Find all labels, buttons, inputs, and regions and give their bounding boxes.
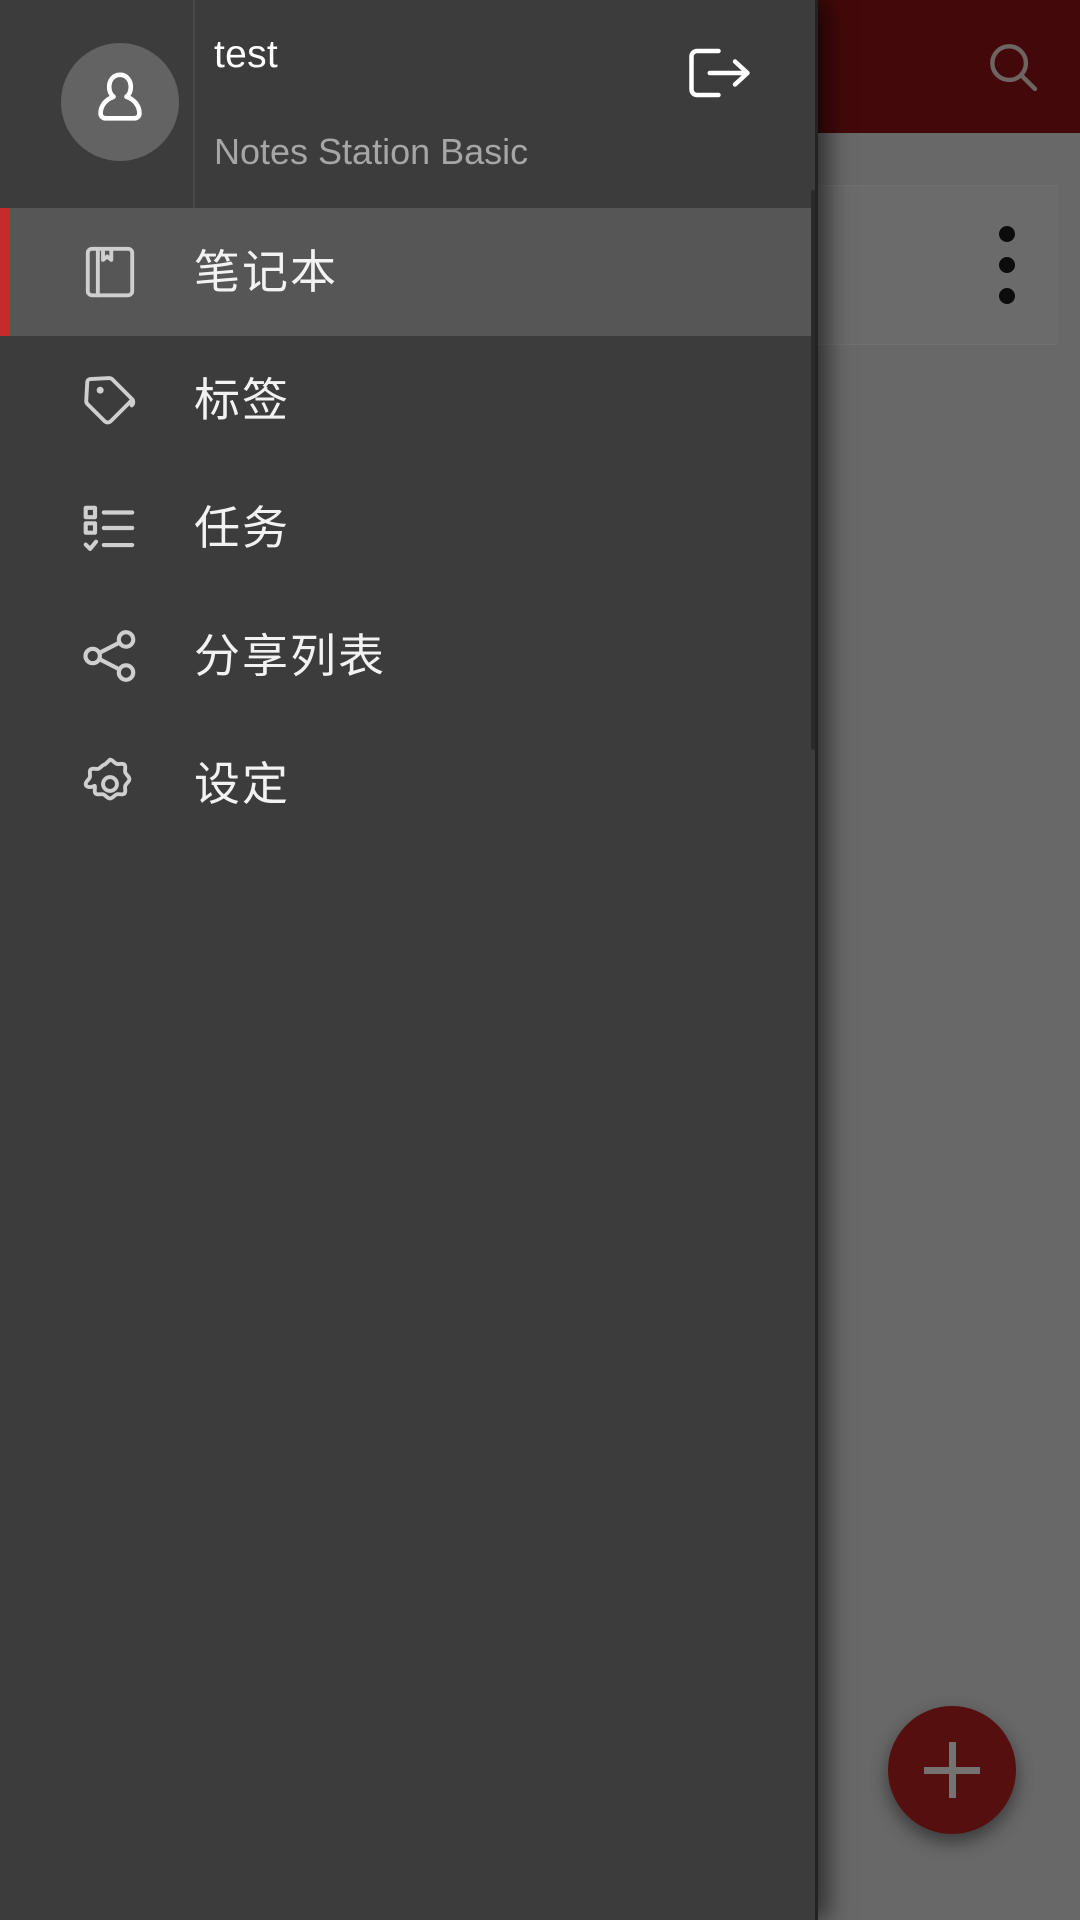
- drawer-header: test Notes Station Basic: [0, 0, 818, 208]
- active-accent-bar: [0, 208, 10, 336]
- sidebar-item-tasks[interactable]: 任务: [0, 464, 818, 592]
- avatar[interactable]: [61, 43, 179, 161]
- user-plan: Notes Station Basic: [214, 131, 529, 172]
- navigation-drawer: test Notes Station Basic 笔记本 标签 任务 分享列表 …: [0, 0, 818, 1920]
- checklist-icon: [78, 496, 142, 560]
- logout-button[interactable]: [684, 36, 758, 110]
- header-divider: [193, 0, 195, 208]
- sidebar-item-label: 标签: [194, 373, 290, 427]
- sidebar-item-share-list[interactable]: 分享列表: [0, 592, 818, 720]
- sidebar-item-label: 分享列表: [194, 629, 386, 683]
- gear-icon: [78, 752, 142, 816]
- app-screen: test Notes Station Basic 笔记本 标签 任务 分享列表 …: [0, 0, 1080, 1920]
- sidebar-item-label: 设定: [194, 757, 290, 811]
- share-icon: [78, 624, 142, 688]
- sidebar-item-label: 任务: [194, 501, 290, 555]
- sidebar-item-settings[interactable]: 设定: [0, 720, 818, 848]
- sidebar-item-notebook[interactable]: 笔记本: [0, 208, 818, 336]
- person-icon: [98, 72, 142, 121]
- drawer-edge: [815, 0, 818, 1920]
- sidebar-item-tags[interactable]: 标签: [0, 336, 818, 464]
- sidebar-item-label: 笔记本: [194, 245, 338, 299]
- tag-icon: [78, 368, 142, 432]
- notebook-icon: [78, 240, 142, 304]
- drawer-nav-list: 笔记本 标签 任务 分享列表 设定: [0, 208, 818, 848]
- user-name: test: [214, 33, 279, 76]
- logout-icon: [689, 48, 750, 98]
